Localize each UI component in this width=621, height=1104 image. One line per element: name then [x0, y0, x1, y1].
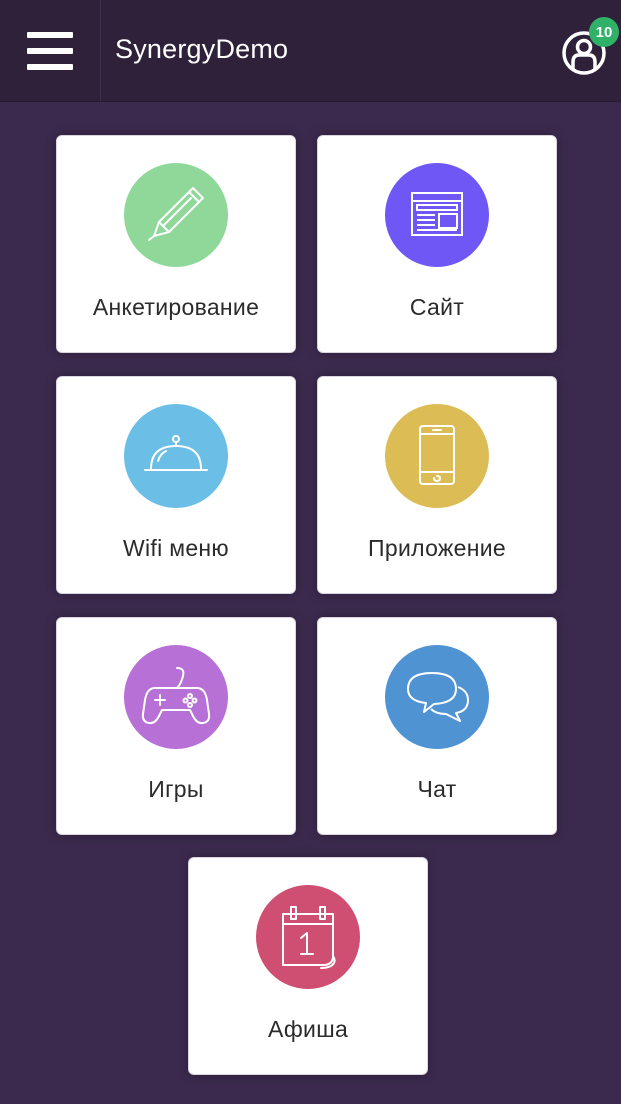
tile-events[interactable]: Афиша — [188, 857, 428, 1075]
menu-button[interactable] — [0, 0, 101, 101]
tile-website[interactable]: Сайт — [317, 135, 557, 353]
tile-wifi-menu[interactable]: Wifi меню — [56, 376, 296, 594]
tile-label: Анкетирование — [92, 294, 260, 320]
tile-games[interactable]: Игры — [56, 617, 296, 835]
tile-games-icon-circle — [124, 645, 228, 749]
tile-application-icon-circle — [385, 404, 489, 508]
tile-label: Чат — [417, 776, 457, 802]
tile-wifi-menu-icon-circle — [124, 404, 228, 508]
tile-label: Игры — [148, 776, 204, 802]
tile-events-icon-circle — [256, 885, 360, 989]
tile-label: Афиша — [267, 1016, 349, 1042]
calendar-icon — [282, 906, 336, 969]
smartphone-icon — [419, 425, 455, 485]
tile-application[interactable]: Приложение — [317, 376, 557, 594]
notification-badge[interactable]: 10 — [589, 17, 619, 47]
food-cloche-icon — [144, 435, 208, 471]
tile-website-icon-circle — [385, 163, 489, 267]
app-title: SynergyDemo — [115, 34, 289, 64]
pencil-icon — [148, 187, 204, 241]
tile-label: Сайт — [409, 294, 465, 320]
tile-label: Wifi меню — [123, 535, 229, 561]
gamepad-icon — [141, 667, 211, 725]
website-layout-icon — [411, 192, 463, 236]
tile-survey[interactable]: Анкетирование — [56, 135, 296, 353]
tile-survey-icon-circle — [124, 163, 228, 267]
app-header: SynergyDemo — [0, 0, 621, 102]
tile-label: Приложение — [368, 535, 506, 561]
chat-bubbles-icon — [407, 672, 469, 722]
hamburger-menu-icon — [27, 31, 73, 70]
tile-chat[interactable]: Чат — [317, 617, 557, 835]
tile-chat-icon-circle — [385, 645, 489, 749]
